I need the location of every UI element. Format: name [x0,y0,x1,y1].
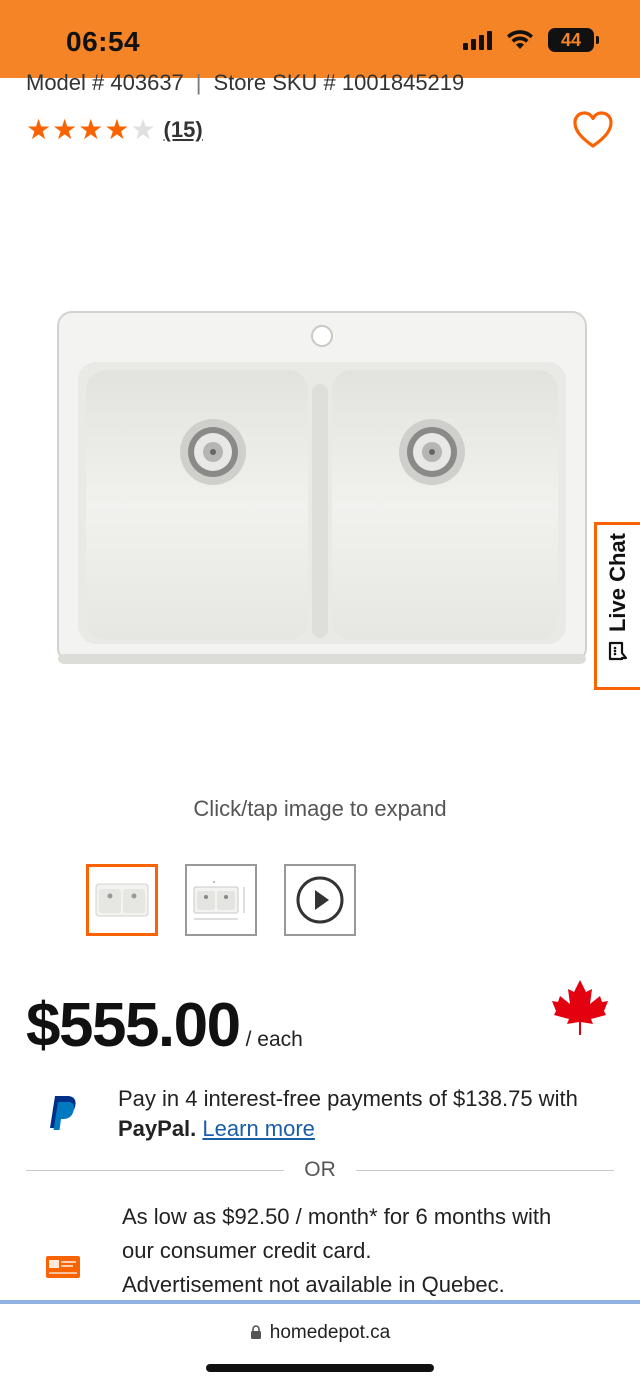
star-icon: ★ [78,114,104,145]
paypal-text: Pay in 4 interest-free payments of $138.… [118,1086,578,1111]
model-sku-line: Model # 403637 | Store SKU # 1001845219 [26,70,464,96]
lock-icon [250,1325,261,1339]
address-bar[interactable]: homedepot.ca [0,1322,640,1344]
live-chat-label: Live Chat [605,533,630,633]
divider-line [356,1170,614,1171]
expand-hint: Click/tap image to expand [193,796,447,821]
separator: | [195,70,202,95]
status-icons: 44 [463,28,599,52]
thumbnail-image-2[interactable] [185,864,257,936]
status-time: 06:54 [66,26,141,57]
play-icon [296,876,344,924]
paypal-icon [50,1096,76,1130]
learn-more-link[interactable]: Learn more [202,1116,315,1141]
battery-icon: 44 [548,28,599,52]
sink-thumbnail-icon [95,883,149,917]
star-empty-icon: ★ [130,114,156,145]
status-bar: 06:54 44 [0,0,640,78]
url-text: homedepot.ca [269,1322,391,1343]
price-unit: / each [245,1028,303,1051]
credit-line-1: As low as $92.50 / month* for 6 months w… [122,1204,552,1229]
thumbnail-strip [86,864,356,936]
credit-line-3: Advertisement not available in Quebec. [122,1272,505,1297]
product-image[interactable] [56,310,588,666]
thumbnail-image-1[interactable] [86,864,158,936]
credit-line-2: our consumer credit card. [122,1238,372,1263]
star-icon: ★ [52,114,78,145]
wifi-icon [507,30,533,49]
star-icon: ★ [104,114,130,145]
price: $555.00 [26,991,241,1060]
or-divider: OR [26,1158,614,1182]
paypal-brand: PayPal. [118,1116,197,1141]
review-count-link[interactable]: (15) [164,117,203,143]
thumbnail-video[interactable] [284,864,356,936]
chat-bubble-icon [608,641,628,661]
star-icon: ★ [26,114,52,145]
credit-card-icon [46,1256,80,1278]
store-sku: Store SKU # 1001845219 [213,70,465,95]
browser-bottom-bar: homedepot.ca [0,1300,640,1386]
star-rating: ★ ★ ★ ★ ★ [26,116,156,144]
sink-dimensions-thumbnail-icon [193,881,245,920]
live-chat-button[interactable]: Live Chat [594,522,640,690]
maple-leaf-icon [552,980,608,1035]
price-row: $555.00 / each [26,990,303,1061]
credit-financing-text: As low as $92.50 / month* for 6 months w… [122,1200,602,1302]
heart-icon[interactable] [572,110,614,150]
paypal-financing-text: Pay in 4 interest-free payments of $138.… [118,1084,598,1144]
home-indicator[interactable] [206,1364,434,1372]
cellular-signal-icon [463,30,492,50]
live-chat-content: Live Chat [601,533,635,683]
model-number: Model # 403637 [26,70,184,95]
battery-level: 44 [560,29,582,50]
rating-row[interactable]: ★ ★ ★ ★ ★ (15) [26,116,203,144]
